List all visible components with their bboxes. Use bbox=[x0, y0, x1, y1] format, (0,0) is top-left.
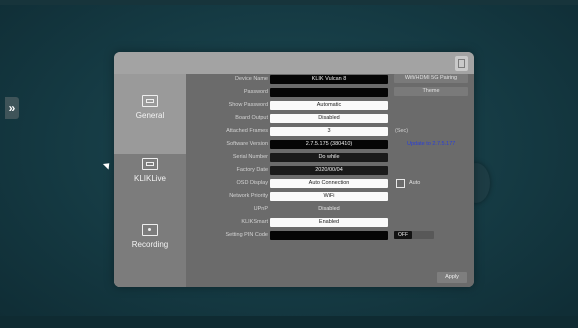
upnp-select[interactable]: Disabled bbox=[270, 205, 388, 214]
password-label: Password bbox=[243, 89, 268, 95]
setting-pin-code-input[interactable] bbox=[270, 231, 388, 240]
board-output-select[interactable]: Disabled bbox=[270, 114, 388, 123]
theme-button[interactable]: Theme bbox=[394, 87, 468, 96]
kliksmart-label: KLIKSmart bbox=[241, 219, 268, 225]
frames-unit-note: (Sec) bbox=[395, 128, 409, 134]
row-factory-date: Factory Date 2020/00/04 bbox=[114, 165, 474, 176]
board-output-label: Board Output bbox=[235, 115, 268, 121]
row-show-password: Show Password Automatic bbox=[114, 100, 474, 111]
close-dialog-button[interactable] bbox=[455, 56, 468, 71]
factory-date-label: Factory Date bbox=[236, 167, 268, 173]
setting-pin-code-label: Setting PIN Code bbox=[225, 232, 269, 238]
close-icon bbox=[458, 59, 465, 68]
factory-date-value: 2020/00/04 bbox=[270, 166, 388, 175]
row-software-version: Software Version 2.7.5.175 (380410) Upda… bbox=[114, 139, 474, 150]
upnp-label: UPnP bbox=[253, 206, 268, 212]
pin-code-toggle[interactable]: OFF bbox=[394, 231, 434, 239]
screen-top-edge bbox=[0, 0, 578, 5]
row-board-output: Board Output Disabled bbox=[114, 113, 474, 124]
serial-number-label: Serial Number bbox=[232, 154, 268, 160]
attached-frames-label: Attached Frames bbox=[226, 128, 268, 134]
auto-checkbox-label: Auto bbox=[409, 180, 421, 186]
attached-frames-input[interactable]: 3 bbox=[270, 127, 388, 136]
kliksmart-select[interactable]: Enabled bbox=[270, 218, 388, 227]
osd-display-label: OSD Display bbox=[236, 180, 268, 186]
row-kliksmart: KLIKSmart Enabled bbox=[114, 217, 474, 228]
mouse-cursor-icon bbox=[102, 160, 113, 170]
serial-number-value: Do while bbox=[270, 153, 388, 162]
expand-sidebar-button[interactable]: » bbox=[5, 97, 19, 119]
network-priority-select[interactable]: WiFi bbox=[270, 192, 388, 201]
row-network-priority: Network Priority WiFi bbox=[114, 191, 474, 202]
row-setting-pin-code: Setting PIN Code OFF bbox=[114, 230, 474, 241]
device-name-label: Device Name bbox=[234, 76, 268, 82]
wifi-hdmi-pairing-button[interactable]: Wifi/HDMI 5G Pairing bbox=[394, 74, 468, 83]
software-version-label: Software Version bbox=[226, 141, 268, 147]
row-attached-frames: Attached Frames 3 (Sec) bbox=[114, 126, 474, 137]
auto-checkbox[interactable] bbox=[396, 179, 405, 188]
row-serial-number: Serial Number Do while bbox=[114, 152, 474, 163]
device-name-input[interactable]: KLIK Vulcan 8 bbox=[270, 75, 388, 84]
osd-display-select[interactable]: Auto Connection bbox=[270, 179, 388, 188]
dialog-header bbox=[114, 52, 474, 74]
update-link[interactable]: Update to 2.7.5.177 bbox=[407, 139, 455, 150]
tab-recording-label: Recording bbox=[131, 240, 169, 249]
software-version-value: 2.7.5.175 (380410) bbox=[270, 140, 388, 149]
network-priority-label: Network Priority bbox=[229, 193, 268, 199]
pin-code-toggle-state: OFF bbox=[394, 231, 412, 239]
row-password: Password Theme bbox=[114, 87, 474, 98]
show-password-label: Show Password bbox=[228, 102, 268, 108]
row-upnp: UPnP Disabled bbox=[114, 204, 474, 215]
show-password-select[interactable]: Automatic bbox=[270, 101, 388, 110]
screen-bottom-bar bbox=[0, 316, 578, 328]
apply-button[interactable]: Apply bbox=[437, 272, 467, 283]
row-osd-display: OSD Display Auto Connection Auto bbox=[114, 178, 474, 189]
password-input[interactable] bbox=[270, 88, 388, 97]
row-device-name: Device Name KLIK Vulcan 8 Wifi/HDMI 5G P… bbox=[114, 74, 474, 85]
double-chevron-right-icon: » bbox=[8, 101, 16, 115]
settings-dialog: General KLIKLive Recording Device Name K… bbox=[114, 52, 474, 287]
